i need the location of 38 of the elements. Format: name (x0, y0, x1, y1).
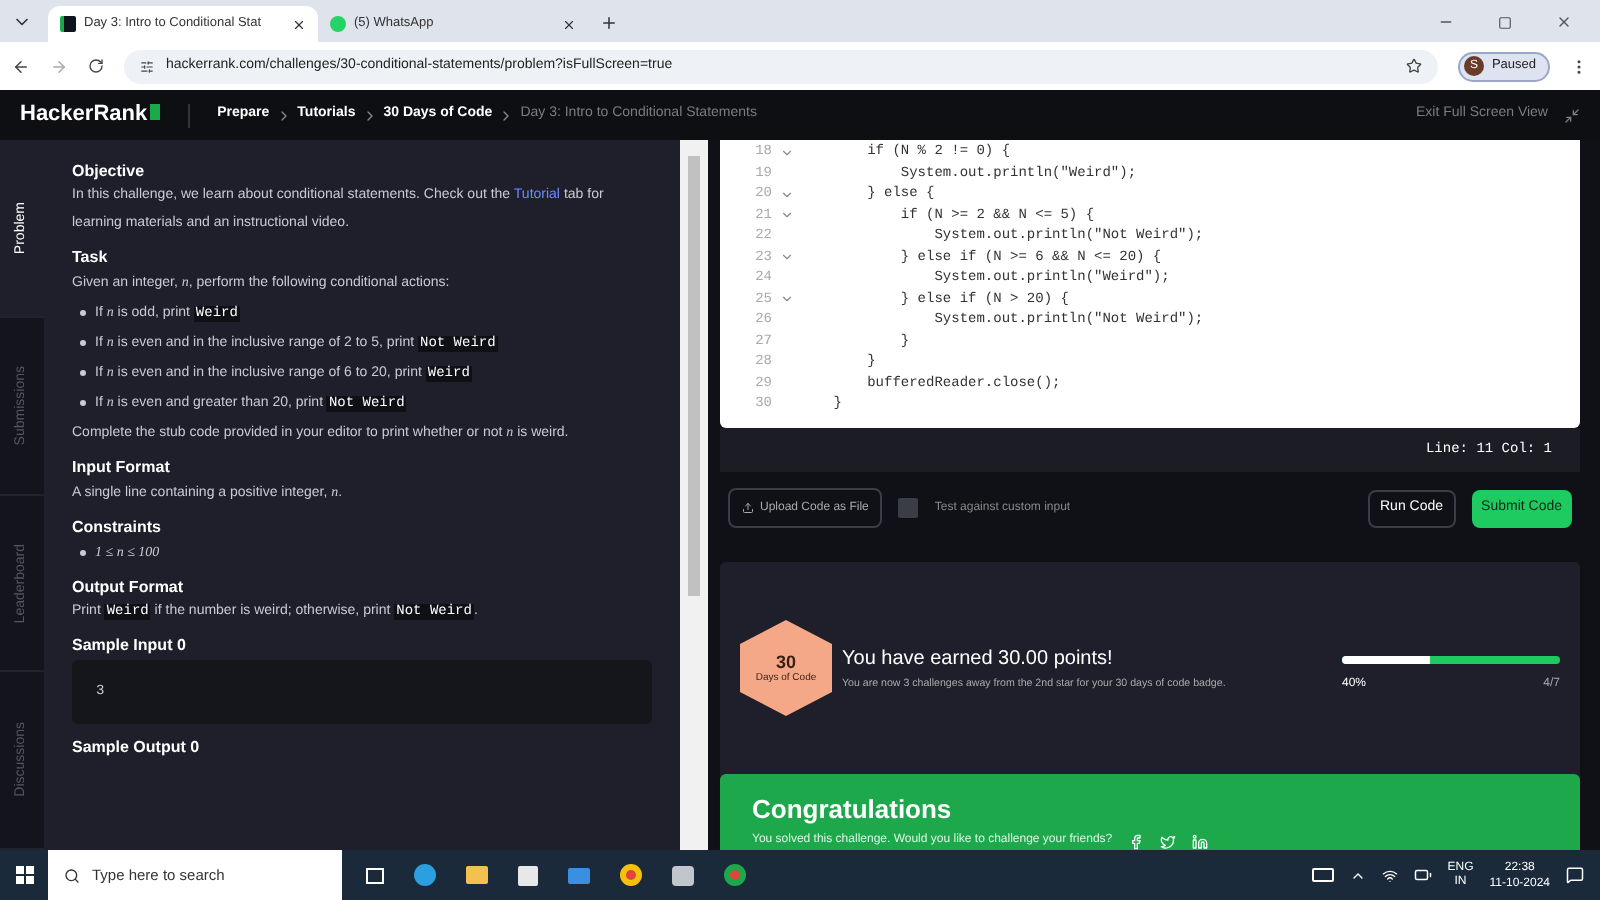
wifi-icon[interactable] (1381, 867, 1398, 883)
task-view-icon[interactable] (366, 867, 384, 883)
bookmark-star-icon[interactable] (1405, 58, 1422, 74)
maximize-icon[interactable] (1498, 16, 1512, 30)
section-heading: Objective (72, 162, 147, 182)
section-heading: Sample Output 0 (72, 738, 202, 758)
close-icon[interactable] (1556, 14, 1572, 30)
search-icon (64, 867, 80, 883)
linkedin-icon[interactable] (1192, 833, 1209, 849)
congratulations-title: Congratulations (752, 794, 954, 824)
close-icon[interactable] (562, 17, 576, 31)
scrollbar[interactable] (680, 140, 708, 850)
keyboard-icon[interactable] (1311, 868, 1334, 882)
app-icon[interactable] (672, 865, 694, 885)
brand-logo[interactable]: HackerRank (20, 98, 160, 132)
reload-icon[interactable] (88, 58, 104, 74)
section-heading: Constraints (72, 518, 163, 538)
chat-logo-icon (330, 16, 346, 32)
upload-icon (742, 502, 754, 514)
collapse-icon[interactable] (1564, 107, 1580, 123)
section-heading: Output Format (72, 578, 186, 598)
new-tab-icon[interactable] (600, 14, 618, 32)
battery-icon[interactable] (1413, 866, 1432, 884)
site-info-icon[interactable] (140, 59, 154, 73)
fold-chevron-icon[interactable] (779, 292, 793, 307)
section-heading: Task (72, 248, 110, 268)
notifications-icon[interactable] (1566, 866, 1584, 884)
twitter-icon[interactable] (1160, 833, 1177, 849)
facebook-icon[interactable] (1128, 833, 1145, 849)
checkbox[interactable] (898, 498, 919, 518)
fold-chevron-icon[interactable] (779, 145, 793, 160)
fold-chevron-icon[interactable] (779, 250, 793, 265)
site-logo-icon (60, 16, 76, 32)
close-icon[interactable] (292, 17, 306, 31)
section-heading: Input Format (72, 458, 172, 478)
back-icon[interactable] (12, 57, 30, 75)
section-heading: Sample Input 0 (72, 636, 188, 656)
points-title: You have earned 30.00 points! (842, 645, 1115, 674)
